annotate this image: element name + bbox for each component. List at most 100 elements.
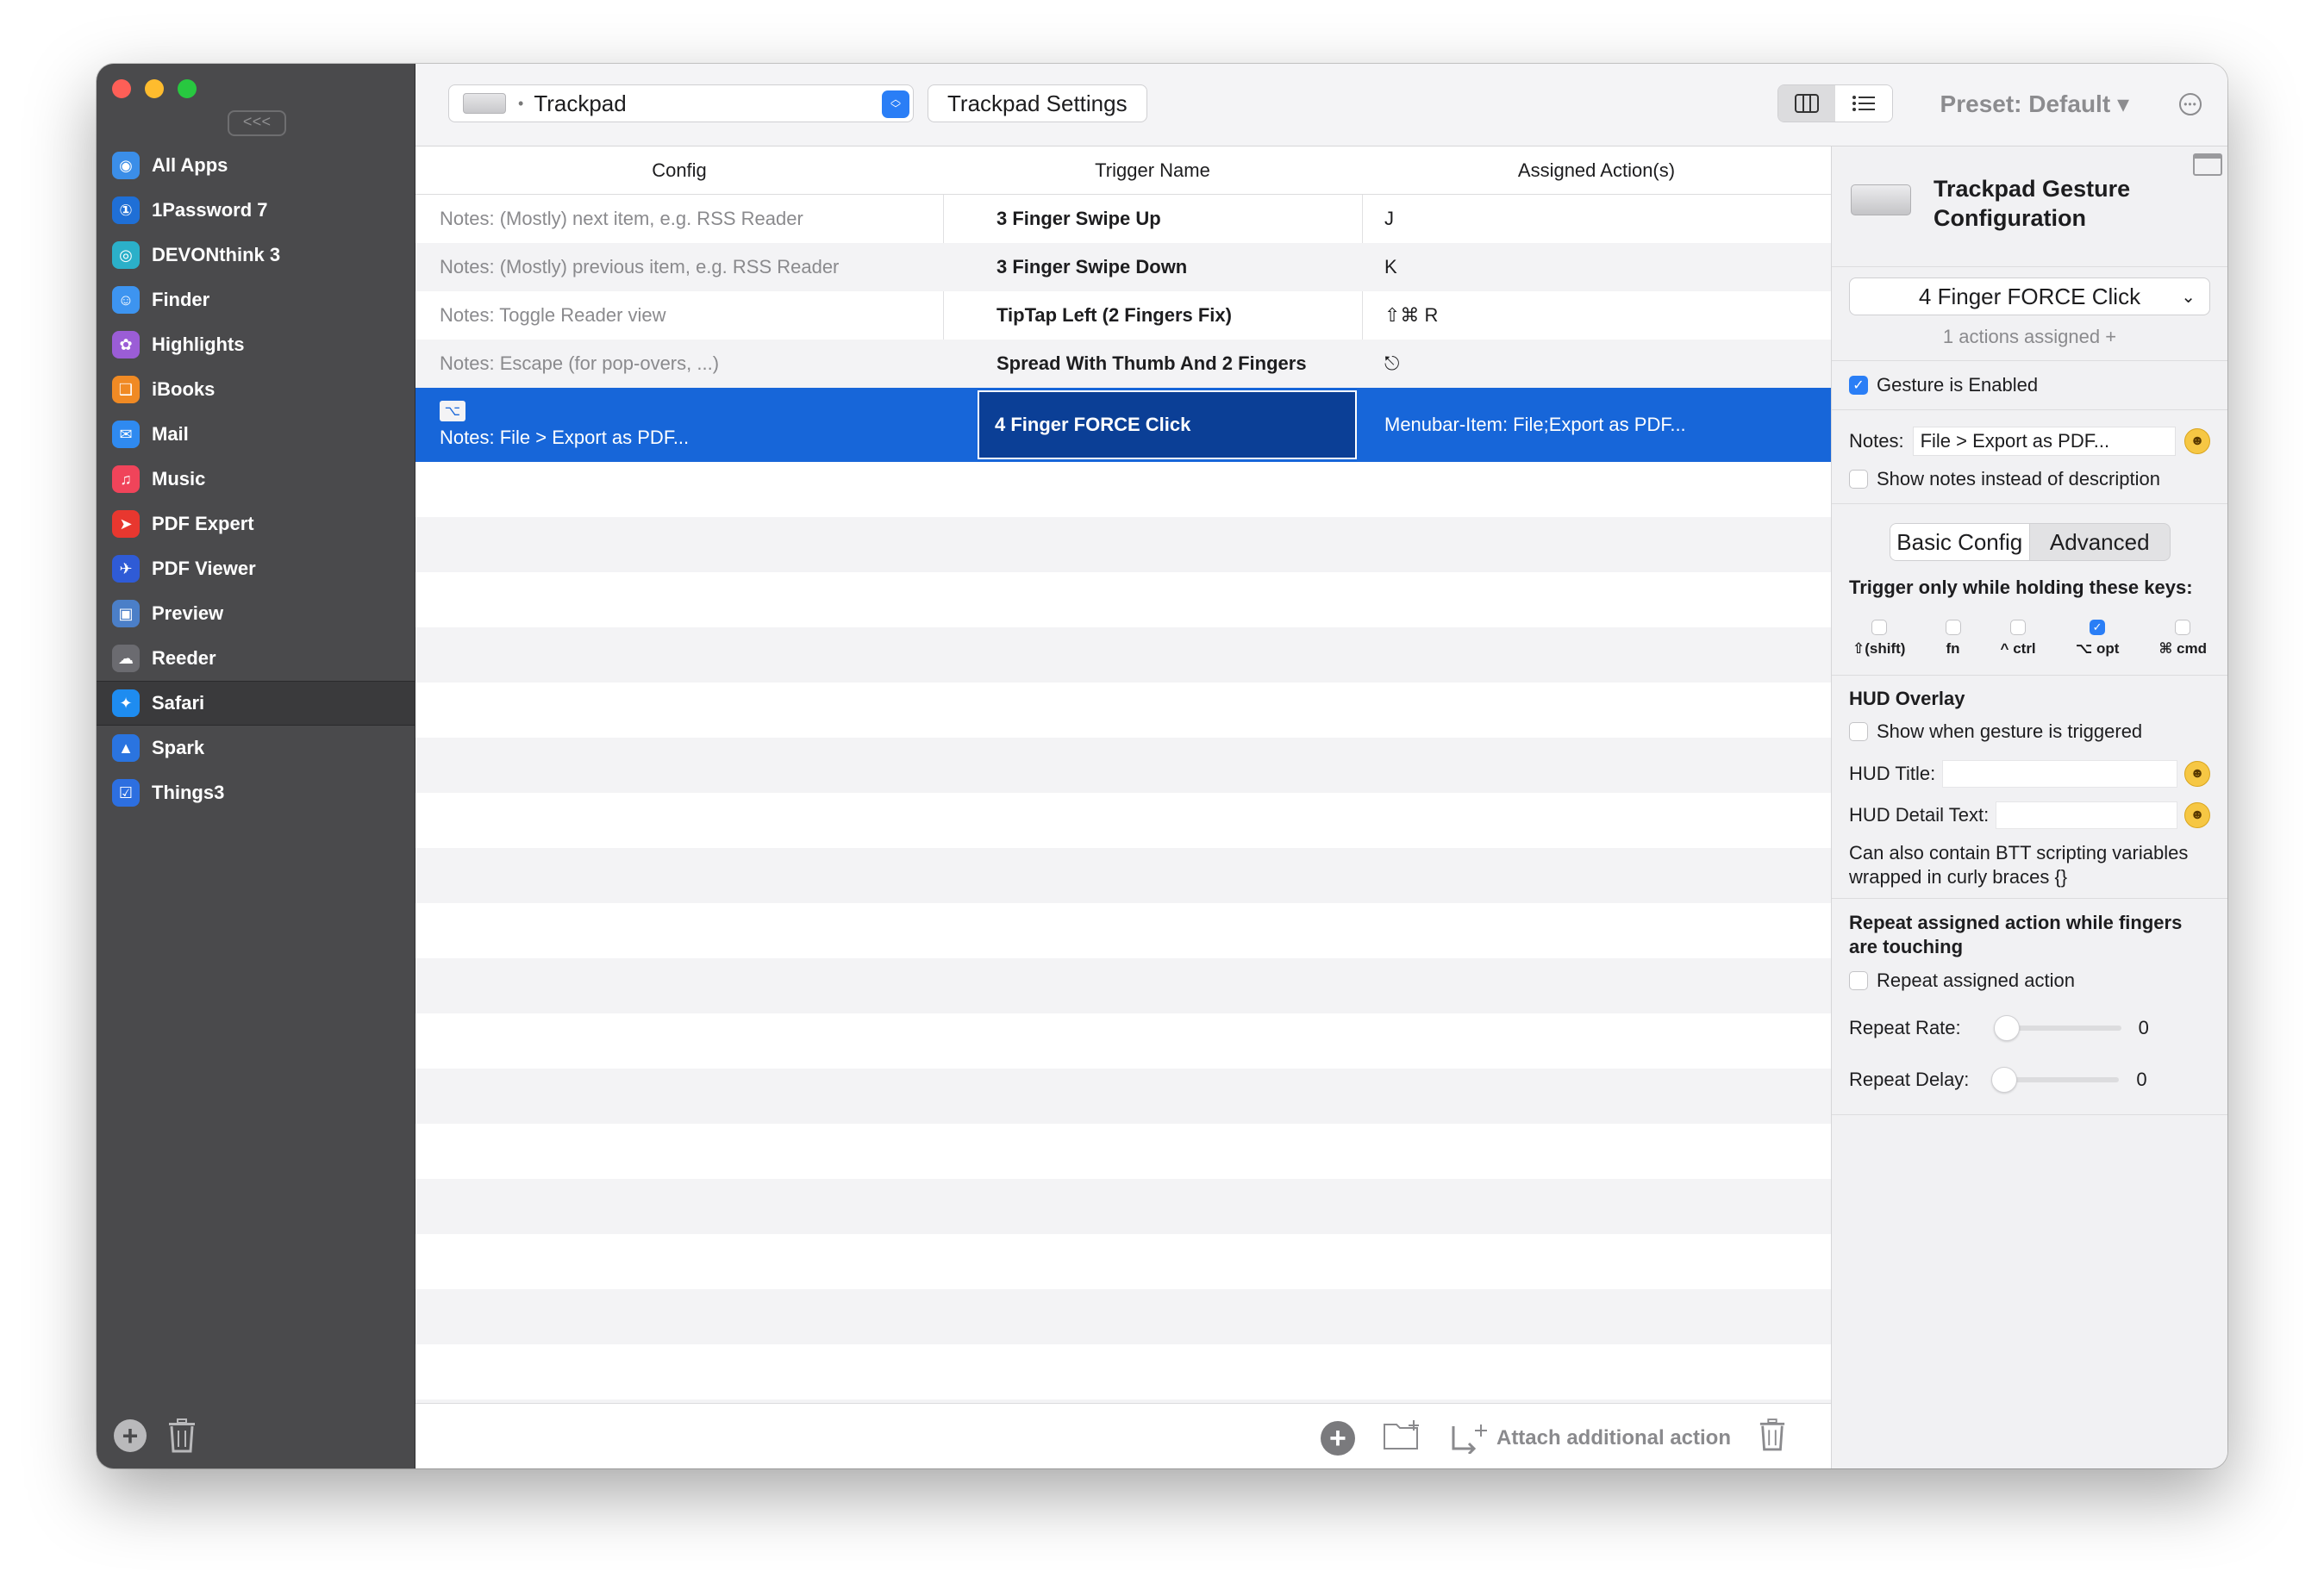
close-window-button[interactable]	[112, 79, 131, 98]
device-select[interactable]: • Trackpad ︿ ﹀	[448, 84, 914, 122]
empty-table-row	[415, 903, 1831, 958]
sidebar-item-label: Reeder	[152, 647, 216, 669]
hud-title-row: HUD Title: ☻	[1849, 753, 2210, 795]
column-header-assigned-actions[interactable]: Assigned Action(s)	[1362, 147, 1831, 194]
empty-table-row	[415, 848, 1831, 903]
sidebar-item-highlights[interactable]: ✿ Highlights	[97, 322, 415, 367]
attach-action-button[interactable]: Attach additional action	[1450, 1423, 1731, 1454]
trigger-type-select[interactable]: 4 Finger FORCE Click ⌄	[1849, 277, 2210, 315]
app-window: <<< ◉ All Apps ① 1Password 7 ◎ DEVONthink 3 ☺ F…	[97, 64, 2227, 1468]
collapse-sidebar-button[interactable]: <<<	[228, 110, 286, 136]
table-footer: + Attach additional action	[415, 1403, 1831, 1468]
tab-advanced[interactable]: Advanced	[2030, 524, 2170, 560]
trigger-table: Config Trigger Name Assigned Action(s) N…	[415, 147, 1831, 1403]
repeat-checkbox[interactable]: Repeat assigned action	[1849, 959, 2210, 1002]
delete-trigger-button[interactable]	[1759, 1418, 1786, 1458]
sidebar-item-pdf-viewer[interactable]: ✈ PDF Viewer	[97, 546, 415, 591]
trash-icon	[1759, 1418, 1785, 1451]
row-trigger-text[interactable]: 4 Finger FORCE Click	[978, 390, 1357, 459]
minimize-window-button[interactable]	[145, 79, 164, 98]
slider-knob[interactable]	[1993, 1015, 2020, 1041]
hud-show-checkbox[interactable]: Show when gesture is triggered	[1849, 710, 2210, 753]
preset-menu[interactable]: Preset: Default ▾	[1940, 90, 2129, 118]
delete-app-button[interactable]	[167, 1418, 197, 1453]
add-app-button[interactable]: +	[114, 1419, 147, 1452]
row-trigger: 4 Finger FORCE Click	[943, 388, 1362, 462]
table-row[interactable]: Notes: Escape (for pop-overs, ...) Spread…	[415, 340, 1831, 388]
sidebar-item-finder[interactable]: ☺ Finder	[97, 277, 415, 322]
globe-icon: ◉	[112, 152, 140, 179]
trackpad-settings-button[interactable]: Trackpad Settings	[928, 84, 1147, 122]
modifier-key-checkbox[interactable]: ✓ ⌥ opt	[2076, 620, 2119, 658]
books-icon: ❑	[112, 376, 140, 403]
checkbox-checked-icon: ✓	[2090, 620, 2106, 635]
row-config: Notes: Escape (for pop-overs, ...)	[440, 352, 720, 374]
empty-table-row	[415, 1069, 1831, 1124]
sidebar-item-label: iBooks	[152, 378, 216, 400]
table-row[interactable]: Notes: (Mostly) previous item, e.g. RSS …	[415, 243, 1831, 291]
sidebar-item-mail[interactable]: ✉ Mail	[97, 412, 415, 457]
modifier-key-label: fn	[1946, 640, 1960, 657]
more-options-icon[interactable]: •••	[2179, 93, 2202, 115]
gesture-enabled-label: Gesture is Enabled	[1877, 374, 2039, 396]
modifier-key-checkbox[interactable]: fn	[1945, 620, 1961, 658]
enabled-section: ✓ Gesture is Enabled	[1832, 361, 2227, 410]
notes-label: Notes:	[1849, 430, 1904, 452]
sidebar-item-pdf-expert[interactable]: ➤ PDF Expert	[97, 502, 415, 546]
modifier-keys: ⇧(shift) fn ^ ctrl ✓ ⌥ opt ⌘ cmd	[1849, 620, 2210, 658]
sidebar-item-ibooks[interactable]: ❑ iBooks	[97, 367, 415, 412]
hud-detail-input[interactable]	[1996, 801, 2177, 829]
repeat-delay-slider[interactable]	[1991, 1067, 2120, 1093]
notes-input[interactable]: File > Export as PDF...	[1912, 427, 2176, 456]
empty-table-row	[415, 1400, 1831, 1403]
gesture-enabled-checkbox[interactable]: ✓ Gesture is Enabled	[1849, 361, 2210, 409]
zoom-window-button[interactable]	[178, 79, 197, 98]
actions-assigned-link[interactable]: 1 actions assigned +	[1849, 326, 2210, 348]
sidebar-item-music[interactable]: ♫ Music	[97, 457, 415, 502]
table-row[interactable]: Notes: Toggle Reader view TipTap Left (2 …	[415, 291, 1831, 340]
emoji-picker-icon[interactable]: ☻	[2184, 761, 2210, 787]
sidebar-item-label: Mail	[152, 423, 189, 445]
slider-knob[interactable]	[1991, 1067, 2018, 1093]
sidebar-item-label: All Apps	[152, 154, 228, 176]
modifier-key-checkbox[interactable]: ^ ctrl	[2001, 620, 2036, 658]
sidebar-item-label: Music	[152, 468, 206, 489]
sidebar-item-devonthink-3[interactable]: ◎ DEVONthink 3	[97, 233, 415, 277]
emoji-picker-icon[interactable]: ☻	[2184, 802, 2210, 828]
sidebar-item-safari[interactable]: ✦ Safari	[97, 681, 415, 726]
hud-note: Can also contain BTT scripting variables…	[1849, 842, 2189, 888]
window-controls	[112, 79, 197, 98]
repeat-section: Repeat assigned action while fingers are…	[1832, 899, 2227, 1115]
hud-title-label: HUD Title:	[1849, 763, 1936, 784]
sidebar-item-all-apps[interactable]: ◉ All Apps	[97, 143, 415, 188]
hud-title-input[interactable]	[1942, 760, 2177, 788]
sidebar-item-reeder[interactable]: ☁ Reeder	[97, 636, 415, 681]
sidebar-item-label: Preview	[152, 602, 224, 624]
detach-window-icon[interactable]	[2193, 153, 2222, 176]
column-header-config[interactable]: Config	[415, 147, 943, 194]
show-notes-checkbox[interactable]: Show notes instead of description	[1849, 460, 2210, 498]
columns-view-button[interactable]	[1778, 85, 1835, 122]
tab-basic-config[interactable]: Basic Config	[1890, 524, 2030, 560]
sidebar-item-spark[interactable]: ▲ Spark	[97, 726, 415, 770]
add-trigger-button[interactable]: +	[1320, 1420, 1355, 1456]
sidebar-item-preview[interactable]: ▣ Preview	[97, 591, 415, 636]
list-view-button[interactable]	[1835, 85, 1892, 122]
row-config: Notes: (Mostly) previous item, e.g. RSS …	[440, 256, 840, 277]
emoji-picker-icon[interactable]: ☻	[2184, 428, 2210, 454]
repeat-rate-slider[interactable]	[1993, 1015, 2121, 1041]
table-row-selected[interactable]: ⌥ Notes: File > Export as PDF... 4 Finge…	[415, 388, 1831, 462]
sidebar-item-1password-7[interactable]: ① 1Password 7	[97, 188, 415, 233]
modifier-key-checkbox[interactable]: ⌘ cmd	[2159, 620, 2207, 658]
repeat-rate-row: Repeat Rate: 0	[1849, 1002, 2210, 1054]
row-action: K	[1384, 256, 1397, 277]
row-action: ⇧⌘ R	[1384, 304, 1439, 326]
table-row[interactable]: Notes: (Mostly) next item, e.g. RSS Read…	[415, 195, 1831, 243]
modifier-key-checkbox[interactable]: ⇧(shift)	[1852, 620, 1905, 658]
add-folder-button[interactable]	[1383, 1419, 1422, 1456]
preview-icon: ▣	[112, 600, 140, 627]
column-header-trigger-name[interactable]: Trigger Name	[943, 147, 1362, 194]
highlights-icon: ✿	[112, 331, 140, 358]
row-action: J	[1384, 208, 1394, 229]
sidebar-item-things3[interactable]: ☑ Things3	[97, 770, 415, 815]
